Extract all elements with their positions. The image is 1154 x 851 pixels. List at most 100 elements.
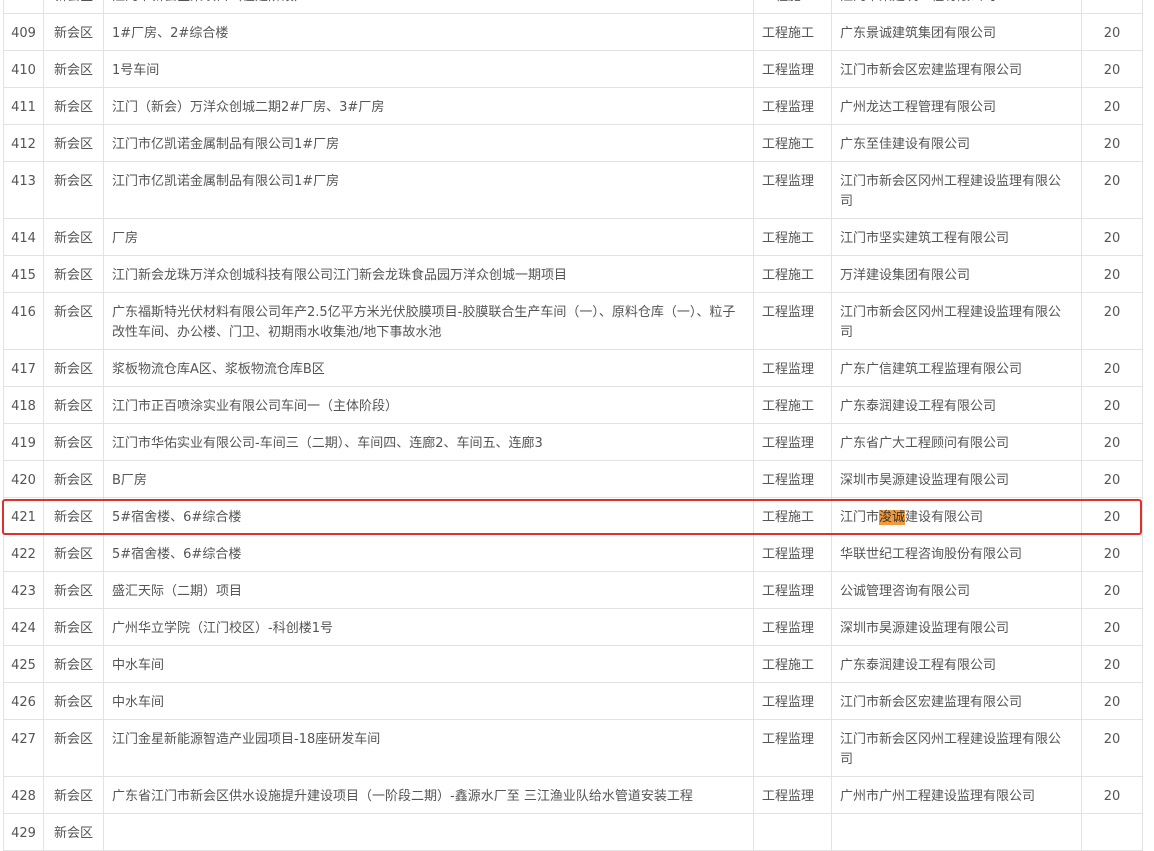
district-cell: 新会区 xyxy=(43,161,104,219)
work-type-cell: 工程监理 xyxy=(753,776,832,814)
work-type-cell: 工程施工 xyxy=(753,255,832,293)
company-cell xyxy=(831,813,1082,851)
table-row: 423 新会区 盛汇天际（二期）项目 工程监理 公诚管理咨询有限公司 20 xyxy=(3,571,1143,609)
score-cell: 20 xyxy=(1081,719,1143,777)
project-name-cell: 1#厂房、2#综合楼 xyxy=(103,13,754,51)
table-row: 415 新会区 江门新会龙珠万洋众创城科技有限公司江门新会龙珠食品园万洋众创城一… xyxy=(3,255,1143,293)
district-cell: 新会区 xyxy=(43,497,104,535)
row-number: 420 xyxy=(3,460,44,498)
table-row: 419 新会区 江门市华佑实业有限公司-车间三（二期）、车间四、连廊2、车间五、… xyxy=(3,423,1143,461)
work-type-cell: 工程施工 xyxy=(753,218,832,256)
project-name-cell xyxy=(103,813,754,851)
district-cell: 新会区 xyxy=(43,0,104,14)
score-cell: 20 xyxy=(1081,218,1143,256)
table-row: 420 新会区 B厂房 工程监理 深圳市昊源建设监理有限公司 20 xyxy=(3,460,1143,498)
score-cell: 20 xyxy=(1081,124,1143,162)
district-cell: 新会区 xyxy=(43,645,104,683)
district-cell: 新会区 xyxy=(43,571,104,609)
work-type-cell: 工程监理 xyxy=(753,460,832,498)
district-cell: 新会区 xyxy=(43,13,104,51)
company-prefix: 江门市 xyxy=(840,510,880,525)
project-name-cell: 中水车间 xyxy=(103,682,754,720)
row-number: 416 xyxy=(3,292,44,350)
company-cell: 广东泰润建设工程有限公司 xyxy=(831,386,1082,424)
table-row: 418 新会区 江门市正百喷涂实业有限公司车间一（主体阶段） 工程施工 广东泰润… xyxy=(3,386,1143,424)
row-number: 409 xyxy=(3,13,44,51)
work-type-cell: 工程监理 xyxy=(753,719,832,777)
table-row: 408 新会区 江门市新会区某项目（在建阶段） 工程施工 江门市某建筑工程有限公… xyxy=(3,0,1143,14)
row-number: 417 xyxy=(3,349,44,387)
company-cell: 广东省广大工程顾问有限公司 xyxy=(831,423,1082,461)
district-cell: 新会区 xyxy=(43,776,104,814)
project-name-cell: 江门市亿凯诺金属制品有限公司1#厂房 xyxy=(103,124,754,162)
district-cell: 新会区 xyxy=(43,460,104,498)
work-type-cell: 工程施工 xyxy=(753,0,832,14)
company-cell: 江门市浚诚建设有限公司 xyxy=(831,497,1082,535)
work-type-cell: 工程监理 xyxy=(753,50,832,88)
score-cell xyxy=(1081,813,1143,851)
company-cell: 江门市新会区冈州工程建设监理有限公司 xyxy=(831,161,1082,219)
district-cell: 新会区 xyxy=(43,386,104,424)
row-number: 413 xyxy=(3,161,44,219)
work-type-cell: 工程施工 xyxy=(753,386,832,424)
company-cell: 广东广信建筑工程监理有限公司 xyxy=(831,349,1082,387)
score-cell: 20 xyxy=(1081,645,1143,683)
score-cell: 20 xyxy=(1081,460,1143,498)
score-cell: 20 xyxy=(1081,349,1143,387)
district-cell: 新会区 xyxy=(43,50,104,88)
score-cell: 20 xyxy=(1081,534,1143,572)
results-table: 408 新会区 江门市新会区某项目（在建阶段） 工程施工 江门市某建筑工程有限公… xyxy=(3,0,1143,851)
company-cell: 广东泰润建设工程有限公司 xyxy=(831,645,1082,683)
score-cell: 20 xyxy=(1081,0,1143,14)
table-row: 428 新会区 广东省江门市新会区供水设施提升建设项目（一阶段二期）-鑫源水厂至… xyxy=(3,776,1143,814)
company-cell: 万洋建设集团有限公司 xyxy=(831,255,1082,293)
table-row: 426 新会区 中水车间 工程监理 江门市新会区宏建监理有限公司 20 xyxy=(3,682,1143,720)
work-type-cell: 工程监理 xyxy=(753,534,832,572)
table-row: 429 新会区 xyxy=(3,813,1143,851)
project-name-cell: 浆板物流仓库A区、浆板物流仓库B区 xyxy=(103,349,754,387)
table-row: 417 新会区 浆板物流仓库A区、浆板物流仓库B区 工程监理 广东广信建筑工程监… xyxy=(3,349,1143,387)
company-cell: 江门市新会区冈州工程建设监理有限公司 xyxy=(831,292,1082,350)
district-cell: 新会区 xyxy=(43,682,104,720)
district-cell: 新会区 xyxy=(43,349,104,387)
company-cell: 江门市坚实建筑工程有限公司 xyxy=(831,218,1082,256)
project-name-cell: B厂房 xyxy=(103,460,754,498)
table-row-highlighted: 421 新会区 5#宿舍楼、6#综合楼 工程施工 江门市浚诚建设有限公司 20 xyxy=(3,497,1143,535)
work-type-cell: 工程监理 xyxy=(753,87,832,125)
row-number: 425 xyxy=(3,645,44,683)
score-cell: 20 xyxy=(1081,571,1143,609)
score-cell: 20 xyxy=(1081,497,1143,535)
work-type-cell: 工程监理 xyxy=(753,161,832,219)
company-suffix: 建设有限公司 xyxy=(905,510,984,525)
work-type-cell: 工程监理 xyxy=(753,349,832,387)
row-number: 421 xyxy=(3,497,44,535)
row-number: 418 xyxy=(3,386,44,424)
company-cell: 广东景诚建筑集团有限公司 xyxy=(831,13,1082,51)
project-name-cell: 5#宿舍楼、6#综合楼 xyxy=(103,497,754,535)
project-name-cell: 1号车间 xyxy=(103,50,754,88)
row-number: 410 xyxy=(3,50,44,88)
table-row: 413 新会区 江门市亿凯诺金属制品有限公司1#厂房 工程监理 江门市新会区冈州… xyxy=(3,161,1143,219)
row-number: 428 xyxy=(3,776,44,814)
table-row: 425 新会区 中水车间 工程施工 广东泰润建设工程有限公司 20 xyxy=(3,645,1143,683)
company-cell: 深圳市昊源建设监理有限公司 xyxy=(831,608,1082,646)
search-match-highlight: 浚诚 xyxy=(879,510,906,525)
row-number: 414 xyxy=(3,218,44,256)
project-name-cell: 广州华立学院（江门校区）-科创楼1号 xyxy=(103,608,754,646)
company-cell: 广州市广州工程建设监理有限公司 xyxy=(831,776,1082,814)
district-cell: 新会区 xyxy=(43,255,104,293)
row-number: 424 xyxy=(3,608,44,646)
work-type-cell: 工程监理 xyxy=(753,571,832,609)
project-name-cell: 江门市华佑实业有限公司-车间三（二期）、车间四、连廊2、车间五、连廊3 xyxy=(103,423,754,461)
company-cell: 公诚管理咨询有限公司 xyxy=(831,571,1082,609)
company-cell: 江门市新会区宏建监理有限公司 xyxy=(831,682,1082,720)
row-number: 411 xyxy=(3,87,44,125)
score-cell: 20 xyxy=(1081,87,1143,125)
table-body: 408 新会区 江门市新会区某项目（在建阶段） 工程施工 江门市某建筑工程有限公… xyxy=(3,0,1143,851)
district-cell: 新会区 xyxy=(43,87,104,125)
district-cell: 新会区 xyxy=(43,423,104,461)
table-row: 409 新会区 1#厂房、2#综合楼 工程施工 广东景诚建筑集团有限公司 20 xyxy=(3,13,1143,51)
project-name-cell: 广东省江门市新会区供水设施提升建设项目（一阶段二期）-鑫源水厂至 三江渔业队给水… xyxy=(103,776,754,814)
table-row: 414 新会区 厂房 工程施工 江门市坚实建筑工程有限公司 20 xyxy=(3,218,1143,256)
district-cell: 新会区 xyxy=(43,292,104,350)
